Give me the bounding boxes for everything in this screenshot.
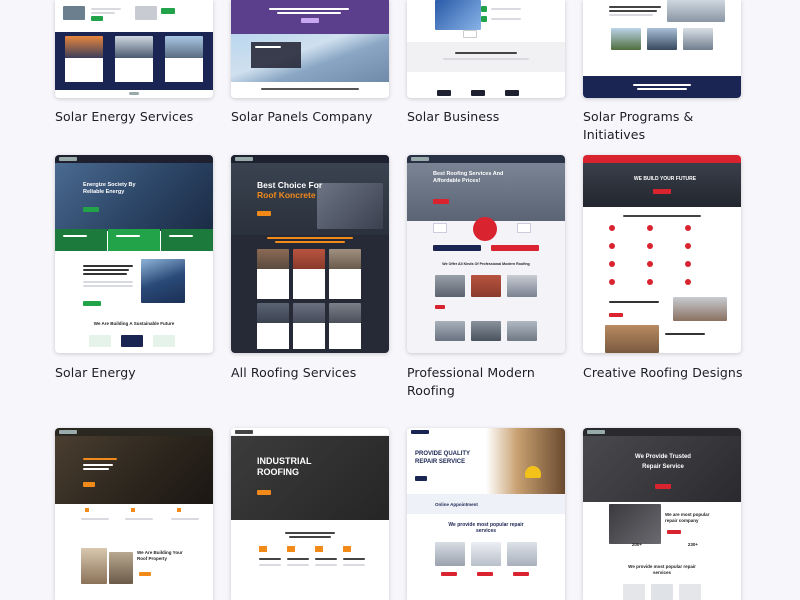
hero-heading: We Provide Trusted Repair Service [635,454,691,470]
template-title[interactable]: Solar Panels Company [231,108,401,126]
template-title[interactable]: Solar Programs & Initiatives [583,108,753,144]
template-thumbnail[interactable]: Best Roofing Services And Affordable Pri… [407,155,565,353]
template-thumbnail[interactable] [231,0,389,98]
template-thumbnail[interactable]: PROVIDE QUALITY REPAIR SERVICE Online Ap… [407,428,565,600]
section-heading: We Are Building Your Roof Property [137,550,183,561]
template-card[interactable]: Solar Programs & Initiatives [583,0,741,142]
template-title[interactable]: All Roofing Services [231,364,401,382]
template-title[interactable]: Creative Roofing Designs [583,364,753,382]
template-thumbnail[interactable]: INDUSTRIAL ROOFING [231,428,389,600]
template-title[interactable]: Professional Modern Roofing [407,364,577,400]
template-thumbnail[interactable]: Best Choice For Roof Koncrete [231,155,389,353]
template-title[interactable]: Solar Energy [55,364,225,382]
template-thumbnail[interactable]: Energize Society By Reliable Energy We A… [55,155,213,353]
template-thumbnail[interactable] [583,0,741,98]
hero-heading: PROVIDE QUALITY REPAIR SERVICE [415,451,470,465]
hero-heading-line2: Roof Koncrete [257,190,316,200]
hero-heading: WE BUILD YOUR FUTURE [633,176,697,182]
template-card[interactable]: Solar Energy Services [55,0,213,124]
template-card[interactable]: Solar Business [407,0,565,124]
template-title[interactable]: Solar Business [407,108,577,126]
appointment-cta[interactable]: Online Appointment [435,502,495,508]
template-card[interactable]: PROVIDE QUALITY REPAIR SERVICE Online Ap… [407,428,565,600]
section-heading: We provide most popular repair services [448,522,524,534]
template-thumbnail[interactable]: We Are Building Your Roof Property [55,428,213,600]
template-thumbnail[interactable] [55,0,213,98]
hero-heading: Energize Society By Reliable Energy [83,182,136,195]
template-card[interactable]: Best Roofing Services And Affordable Pri… [407,155,565,398]
template-card[interactable]: INDUSTRIAL ROOFING [231,428,389,600]
stat-value: 200+ [631,542,643,547]
hero-heading-line1: Best Choice For [257,180,323,190]
template-card[interactable]: We Provide Trusted Repair Service We are… [583,428,741,600]
section-heading: We are most popular repair company [665,512,710,523]
template-card[interactable]: Solar Panels Company [231,0,389,124]
section-heading-2: We provide most popular repair services [628,564,696,575]
template-card[interactable]: WE BUILD YOUR FUTURE Creative Roofing De… [583,155,742,380]
template-card[interactable]: Best Choice For Roof Koncrete All Roofin… [231,155,389,380]
template-thumbnail[interactable] [407,0,565,98]
template-thumbnail[interactable]: WE BUILD YOUR FUTURE [583,155,741,353]
template-title[interactable]: Solar Energy Services [55,108,225,126]
template-thumbnail[interactable]: We Provide Trusted Repair Service We are… [583,428,741,600]
template-card[interactable]: We Are Building Your Roof Property [55,428,213,600]
section-heading: We Are Building A Sustainable Future [93,321,175,326]
stat-value: 230+ [687,542,699,547]
section-heading: We Offer All Kinds Of Professional Moder… [442,262,530,266]
template-card[interactable]: Energize Society By Reliable Energy We A… [55,155,213,380]
hero-heading: Best Roofing Services And Affordable Pri… [433,171,504,184]
